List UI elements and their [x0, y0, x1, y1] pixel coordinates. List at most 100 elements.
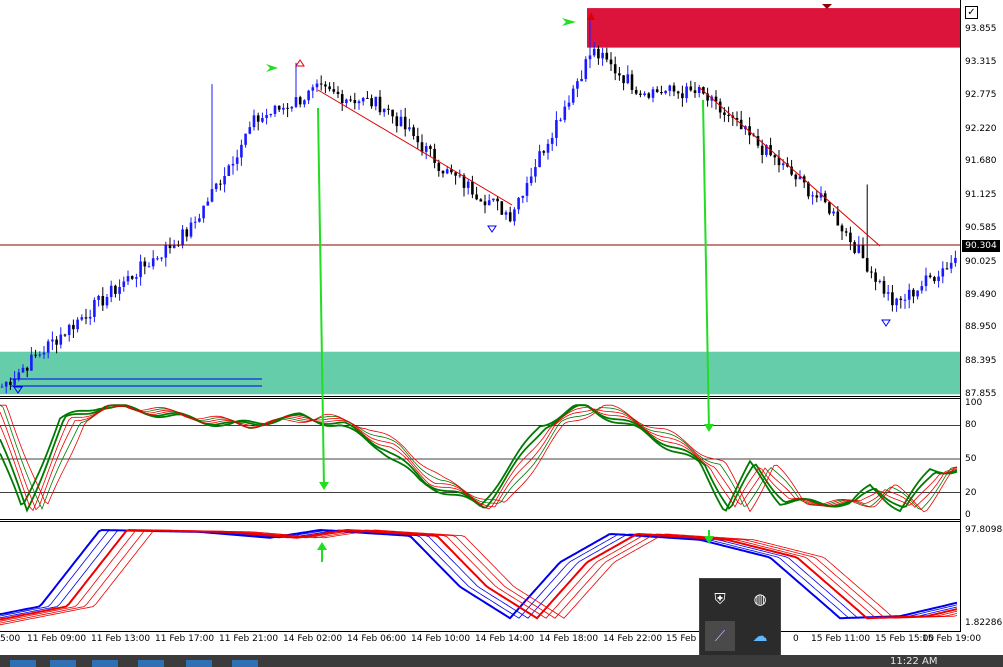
taskbar-button[interactable]	[138, 660, 164, 667]
candle-body	[361, 97, 365, 102]
candle-body	[949, 262, 953, 269]
signal-arrow-head	[704, 424, 714, 432]
time-tick: 11 Feb 17:00	[155, 634, 215, 644]
taskbar-button[interactable]	[50, 660, 76, 667]
lower-tick: 1.82286	[965, 618, 1003, 628]
candle-body	[496, 198, 499, 202]
candle-body	[592, 48, 596, 56]
candle-body	[147, 266, 151, 268]
candle-body	[294, 97, 298, 107]
candle-body	[126, 276, 130, 282]
candle-body	[193, 221, 197, 223]
candle-body	[433, 148, 436, 163]
candle-body	[840, 225, 844, 232]
candle-body	[332, 89, 336, 92]
stoch-tick: 0	[965, 510, 971, 520]
stoch-line	[0, 404, 958, 513]
candle-body	[605, 52, 609, 60]
price-tick: 89.490	[965, 289, 997, 300]
candle-body	[437, 162, 441, 171]
signal-arrow-head	[317, 542, 327, 550]
candle-body	[34, 354, 37, 356]
time-tick: 14 Feb 10:00	[411, 634, 471, 644]
candle-body	[941, 268, 945, 277]
candle-body	[466, 181, 470, 188]
taskbar-button[interactable]	[186, 660, 212, 667]
shield-icon[interactable]: ⛨	[705, 584, 735, 614]
system-tray-popup: ⛨ ◍ ⟋ ☁	[699, 578, 781, 656]
candle-body	[59, 334, 63, 345]
candle-body	[933, 277, 936, 282]
taskbar-button[interactable]	[92, 660, 118, 667]
candle-body	[492, 198, 495, 201]
candle-body	[916, 290, 919, 297]
candle-body	[521, 195, 525, 198]
candle-body	[794, 174, 798, 180]
candle-body	[76, 319, 79, 330]
cloud-icon[interactable]: ☁	[745, 621, 775, 651]
candle-body	[668, 85, 672, 91]
candle-body	[454, 172, 457, 176]
stoch-line	[0, 404, 958, 510]
candle-body	[538, 151, 541, 168]
trading-chart[interactable]	[0, 0, 1003, 667]
stoch-line	[0, 404, 958, 513]
candle-body	[857, 244, 861, 253]
candle-body	[88, 316, 92, 319]
candle-body	[853, 242, 856, 253]
candle-body	[67, 324, 71, 336]
candle-body	[273, 105, 277, 114]
time-tick: 11 Feb 09:00	[27, 634, 87, 644]
candle-body	[17, 372, 21, 380]
candle-body	[517, 197, 520, 210]
candle-body	[542, 151, 546, 153]
candle-body	[874, 272, 877, 282]
candle-body	[114, 285, 117, 294]
candle-body	[151, 258, 155, 267]
candle-body	[458, 175, 462, 177]
candle-body	[38, 354, 42, 356]
candle-body	[412, 127, 415, 137]
candle-body	[261, 117, 264, 122]
candle-body	[13, 379, 16, 385]
time-tick: 0	[793, 634, 799, 644]
candle-body	[878, 280, 882, 282]
taskbar-button[interactable]	[232, 660, 258, 667]
candle-body	[399, 116, 403, 127]
stoch-tick: 50	[965, 454, 977, 464]
candle-body	[630, 74, 634, 90]
lower-indicator-line	[0, 529, 958, 624]
chart-checkbox[interactable]: ✓	[965, 6, 978, 19]
candle-body	[475, 194, 478, 200]
price-tick: 88.395	[965, 356, 997, 367]
candle-body	[231, 163, 235, 166]
candle-body	[403, 116, 407, 130]
candle-body	[311, 87, 315, 91]
candle-body	[891, 292, 894, 306]
candle-body	[185, 229, 189, 237]
price-tick: 93.315	[965, 56, 997, 67]
candle-body	[689, 86, 693, 91]
app-icon[interactable]: ◍	[745, 584, 775, 614]
candle-body	[928, 275, 932, 278]
candle-body	[307, 90, 310, 101]
candle-body	[441, 170, 445, 174]
taskbar-button[interactable]	[10, 660, 36, 667]
candle-body	[500, 201, 504, 215]
candle-body	[529, 176, 533, 184]
candle-body	[290, 106, 294, 109]
candle-body	[693, 90, 697, 93]
candle-body	[357, 101, 361, 104]
stoch-tick: 80	[965, 420, 977, 431]
candle-body	[324, 84, 327, 87]
candle-body	[105, 297, 109, 306]
price-tick: 90.025	[965, 257, 997, 267]
taskbar: 11:22 AM	[0, 655, 1003, 667]
candle-body	[882, 280, 886, 294]
feather-icon[interactable]: ⟋	[705, 621, 735, 651]
candle-body	[672, 85, 676, 92]
candle-body	[345, 99, 348, 104]
current-price-label: 90.304	[962, 240, 1000, 252]
candle-body	[815, 195, 819, 198]
price-tick: 91.680	[965, 156, 997, 167]
